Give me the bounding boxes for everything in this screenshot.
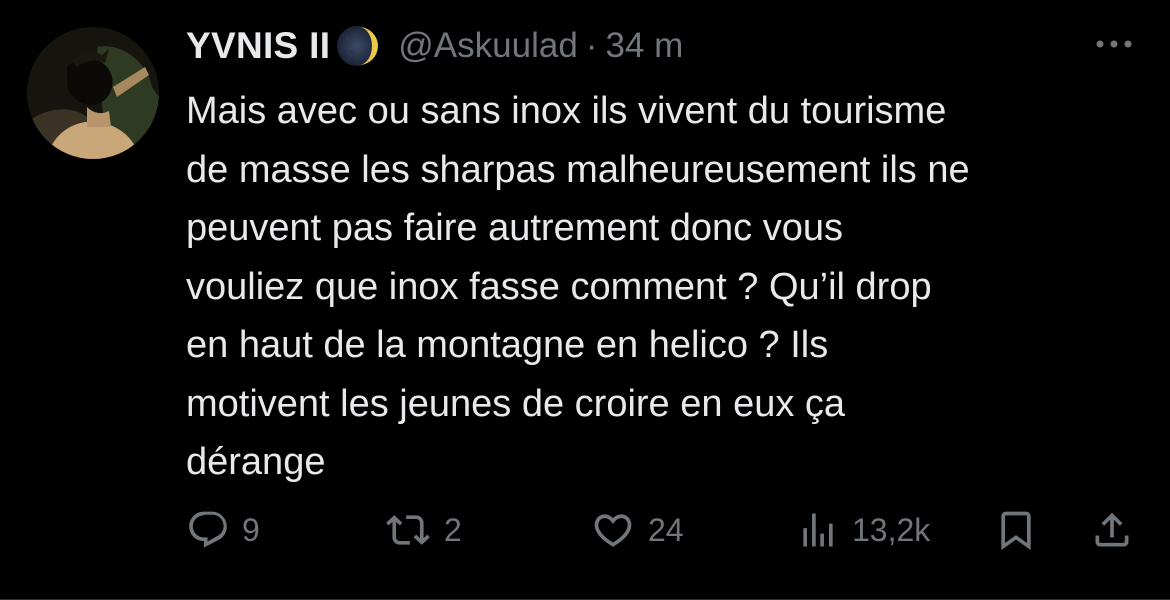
tweet-text-line: Mais avec ou sans inox ils vivent du tou…: [186, 90, 947, 132]
user-handle[interactable]: @Askuulad: [398, 26, 578, 66]
tweet-text: Mais avec ou sans inox ils vivent du tou…: [186, 82, 1146, 492]
crescent-moon-icon: [334, 23, 380, 69]
tweet-text-line: de masse les sharpas malheureusement ils…: [186, 148, 970, 191]
avatar-illustration: [27, 27, 159, 159]
like-button[interactable]: 24: [590, 504, 684, 556]
like-icon: [590, 508, 636, 552]
view-count: 13,2k: [852, 511, 931, 548]
retweet-button[interactable]: 2: [384, 504, 462, 556]
separator-dot: ·: [585, 26, 598, 65]
retweet-icon: [384, 508, 432, 552]
reply-icon: [186, 508, 230, 552]
reply-count: 9: [242, 511, 260, 548]
retweet-count: 2: [444, 511, 462, 548]
share-button[interactable]: [1090, 504, 1134, 556]
tweet-text-line: dérange: [186, 441, 326, 483]
tweet: YVNIS II @Askuulad · 34 m Mais avec ou s…: [0, 0, 1170, 600]
bookmark-icon: [994, 508, 1038, 552]
reply-button[interactable]: 9: [186, 504, 260, 556]
tweet-text-line: vouliez que inox fasse comment ? Qu’il d…: [186, 265, 932, 308]
tweet-text-line: en haut de la montagne en helico ? Ils: [186, 324, 829, 366]
avatar[interactable]: [27, 27, 159, 159]
views-icon: [796, 508, 840, 552]
tweet-text-line: motivent les jeunes de croire en eux ça: [186, 382, 846, 425]
tweet-text-line: peuvent pas faire autrement donc vous: [186, 207, 843, 249]
views-button[interactable]: 13,2k: [796, 504, 930, 556]
share-icon: [1090, 508, 1134, 552]
timestamp[interactable]: 34 m: [605, 26, 683, 66]
tweet-actions: 9 2 24 13,2k: [186, 504, 1146, 556]
tweet-header: YVNIS II @Askuulad · 34 m: [186, 22, 683, 70]
display-name[interactable]: YVNIS II: [186, 25, 330, 67]
bookmark-button[interactable]: [994, 504, 1038, 556]
more-options-icon[interactable]: [1092, 34, 1136, 54]
like-count: 24: [648, 511, 684, 548]
